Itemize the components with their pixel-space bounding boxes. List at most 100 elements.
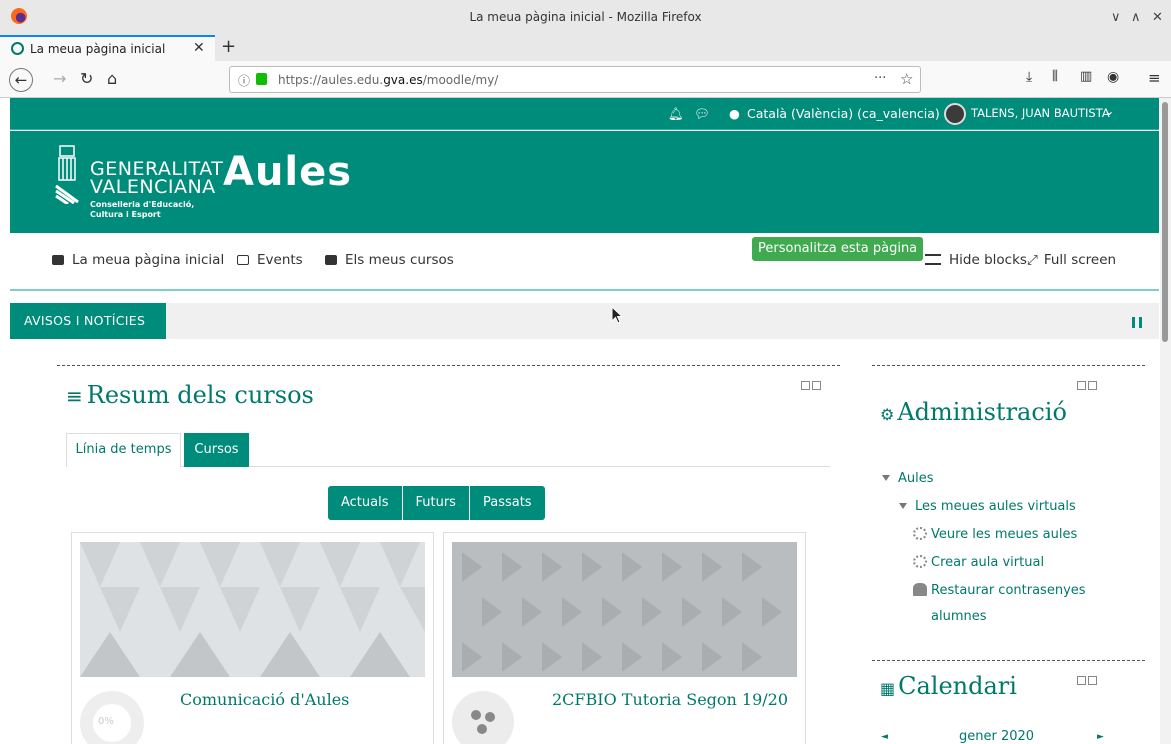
minimize-button[interactable]: ∨ bbox=[1111, 10, 1121, 25]
tree-link-reset-passwords-cont[interactable]: alumnes bbox=[931, 609, 987, 624]
org-sub-line2: Cultura i Esport bbox=[90, 210, 161, 219]
administration-title: ⚙ Administració bbox=[880, 398, 1067, 426]
course-overview-title: ≡ Resum dels cursos bbox=[66, 381, 314, 409]
page-actions-button[interactable]: ··· bbox=[874, 71, 886, 86]
tree-link-reset-passwords[interactable]: Restaurar contrasenyes bbox=[913, 583, 1086, 598]
browser-toolbar: ← → ↻ ⌂ ⓘ https://aules.edu.gva.es/moodl… bbox=[0, 61, 1171, 98]
expand-icon: ⤢ bbox=[1027, 252, 1038, 268]
calendar-prev-button[interactable]: ◄ bbox=[881, 732, 888, 742]
calendar-title: ▦ Calendari bbox=[880, 672, 1017, 700]
tree-link-create-classroom[interactable]: Crear aula virtual bbox=[913, 555, 1044, 570]
language-globe-icon[interactable]: ● bbox=[729, 106, 740, 121]
aules-favicon-icon bbox=[11, 42, 24, 55]
window-title: La meua pàgina inicial - Mozilla Firefox bbox=[469, 10, 702, 24]
tree-item-my-classrooms[interactable]: Les meues aules virtuals bbox=[899, 499, 1076, 514]
filter-past-button[interactable]: Passats bbox=[470, 486, 545, 520]
page-scrollbar[interactable] bbox=[1160, 98, 1171, 744]
downloads-icon[interactable]: ⤓ bbox=[1026, 69, 1032, 85]
window-titlebar: La meua pàgina inicial - Mozilla Firefox… bbox=[0, 0, 1171, 35]
block-divider bbox=[872, 365, 1145, 366]
course-title[interactable]: Comunicació d'Aules bbox=[180, 690, 349, 709]
site-header: GENERALITAT VALENCIANA Conselleria d'Edu… bbox=[10, 131, 1159, 233]
notifications-bell-icon[interactable]: 🔔︎ bbox=[668, 106, 684, 122]
hide-blocks-button[interactable]: Hide blocks bbox=[925, 252, 1027, 268]
course-image bbox=[80, 542, 425, 677]
org-sub-line1: Conselleria d'Educació, bbox=[90, 200, 195, 209]
classroom-icon bbox=[913, 555, 927, 568]
home-button[interactable]: ⌂ bbox=[107, 69, 117, 88]
library-icon[interactable]: ⫼ bbox=[1052, 69, 1058, 84]
nav-events[interactable]: Events bbox=[237, 252, 303, 268]
user-menu[interactable]: TALENS, JUAN BAUTISTA bbox=[971, 106, 1110, 120]
url-text: https://aules.edu.gva.es/moodle/my/ bbox=[278, 73, 499, 87]
course-filter-group: Actuals Futurs Passats bbox=[328, 486, 545, 520]
course-card[interactable]: 0% Comunicació d'Aules bbox=[71, 532, 434, 744]
generalitat-crest-icon bbox=[55, 145, 79, 204]
avatar[interactable] bbox=[944, 103, 966, 125]
tree-item-aules[interactable]: Aules bbox=[882, 471, 934, 486]
expanded-triangle-icon bbox=[882, 475, 890, 481]
briefcase-icon bbox=[325, 255, 337, 265]
full-screen-button[interactable]: ⤢ Full screen bbox=[1027, 252, 1116, 268]
calendar-icon: ▦ bbox=[880, 679, 896, 698]
progress-ring: 0% bbox=[80, 691, 144, 744]
course-title[interactable]: 2CFBIO Tutoria Segon 19/20 bbox=[552, 690, 788, 709]
pause-icon[interactable] bbox=[1132, 317, 1142, 328]
site-info-icon[interactable]: ⓘ bbox=[238, 72, 250, 89]
menu-icon[interactable]: ≡ bbox=[1148, 69, 1161, 87]
tab-timeline[interactable]: Línia de temps bbox=[66, 433, 181, 467]
news-label[interactable]: AVISOS I NOTÍCIES bbox=[10, 303, 166, 339]
scrollbar-thumb[interactable] bbox=[1162, 102, 1168, 342]
block-controls[interactable] bbox=[801, 379, 823, 390]
lock-icon bbox=[256, 73, 267, 85]
forward-button[interactable]: → bbox=[53, 69, 66, 88]
filter-future-button[interactable]: Futurs bbox=[403, 486, 470, 520]
new-tab-button[interactable]: + bbox=[221, 36, 236, 57]
chevron-down-icon[interactable]: ⌄ bbox=[1104, 103, 1114, 118]
close-window-button[interactable]: ✕ bbox=[1152, 10, 1163, 25]
main-nav: La meua pàgina inicial Events Els meus c… bbox=[10, 233, 1159, 291]
block-divider bbox=[872, 660, 1145, 661]
course-image bbox=[452, 542, 797, 677]
tab-label: La meua pàgina inicial bbox=[30, 42, 166, 56]
tab-strip: La meua pàgina inicial ✕ + bbox=[0, 35, 1171, 61]
course-category-icon bbox=[452, 691, 514, 744]
tree-link-view-classrooms[interactable]: Veure les meues aules bbox=[913, 527, 1077, 542]
nav-home[interactable]: La meua pàgina inicial bbox=[52, 252, 224, 268]
tab-courses[interactable]: Cursos bbox=[184, 433, 249, 467]
users-icon bbox=[913, 583, 927, 596]
calendar-next-button[interactable]: ► bbox=[1097, 732, 1104, 742]
classroom-icon bbox=[913, 527, 927, 540]
site-logo[interactable]: Aules bbox=[223, 149, 352, 195]
calendar-month: gener 2020 bbox=[959, 729, 1035, 744]
sidebar-icon[interactable]: ▥ bbox=[1080, 69, 1092, 84]
course-card[interactable]: 2CFBIO Tutoria Segon 19/20 bbox=[443, 532, 806, 744]
indent-icon bbox=[925, 254, 941, 265]
expanded-triangle-icon bbox=[899, 503, 907, 509]
filter-current-button[interactable]: Actuals bbox=[328, 486, 403, 520]
org-name-line2: VALENCIANA bbox=[90, 176, 216, 198]
nav-my-courses[interactable]: Els meus cursos bbox=[325, 252, 454, 268]
news-ticker: AVISOS I NOTÍCIES bbox=[10, 303, 1159, 339]
block-controls[interactable] bbox=[1077, 379, 1099, 390]
messages-icon[interactable]: 💬︎ bbox=[694, 106, 710, 122]
tab-home[interactable]: La meua pàgina inicial ✕ bbox=[0, 35, 215, 61]
user-topbar: 🔔︎ 💬︎ ● Català (València) (ca_valencia) … bbox=[10, 98, 1159, 130]
block-controls[interactable] bbox=[1077, 674, 1099, 685]
cogs-icon: ⚙ bbox=[880, 405, 895, 424]
menu-icon: ≡ bbox=[66, 384, 83, 408]
dashboard-icon bbox=[52, 255, 64, 265]
page-content: 🔔︎ 💬︎ ● Català (València) (ca_valencia) … bbox=[0, 98, 1171, 744]
tab-close-button[interactable]: ✕ bbox=[193, 40, 205, 56]
reload-button[interactable]: ↻ bbox=[80, 69, 93, 88]
back-button[interactable]: ← bbox=[9, 68, 33, 92]
maximize-button[interactable]: ∧ bbox=[1131, 10, 1141, 25]
personalize-button[interactable]: Personalitza esta pàgina bbox=[752, 237, 924, 261]
calendar-icon bbox=[237, 255, 249, 265]
bookmark-star-icon[interactable]: ☆ bbox=[900, 70, 913, 88]
mouse-cursor-icon bbox=[611, 306, 623, 324]
account-icon[interactable]: ◉ bbox=[1107, 69, 1119, 85]
block-divider bbox=[57, 365, 840, 366]
url-bar[interactable]: ⓘ https://aules.edu.gva.es/moodle/my/ ··… bbox=[229, 66, 921, 93]
language-selector[interactable]: Català (València) (ca_valencia) bbox=[747, 106, 940, 121]
